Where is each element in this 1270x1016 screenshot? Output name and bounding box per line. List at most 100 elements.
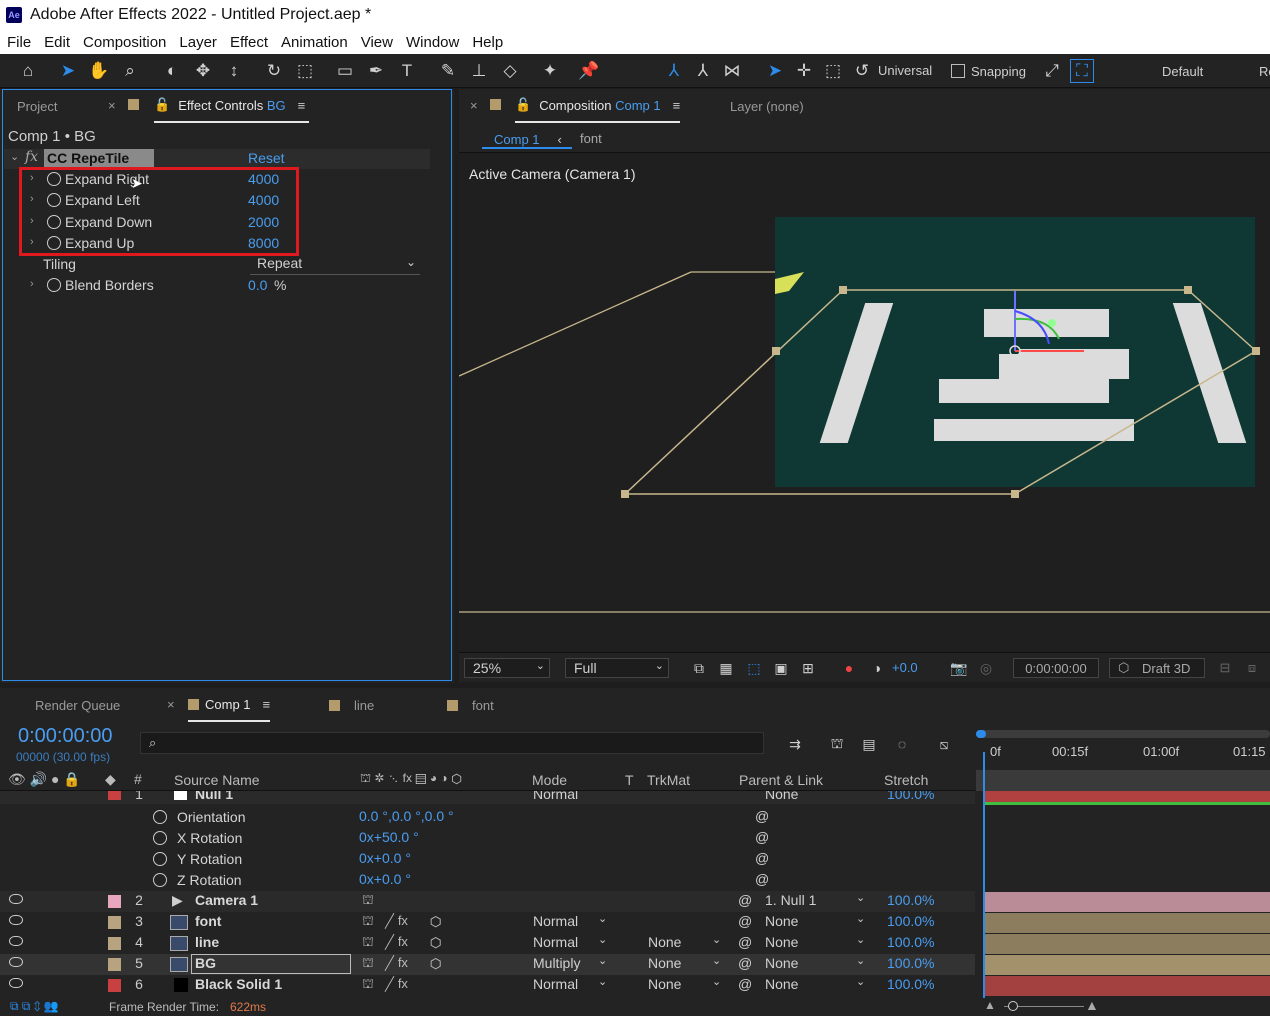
close-icon[interactable]: × (108, 98, 116, 113)
hand-tool-icon[interactable]: ✋ (87, 59, 111, 83)
tab-font[interactable]: font (447, 688, 494, 722)
comp-mini-flowchart-icon[interactable]: ⇉ (783, 732, 807, 756)
snapshot-camera-icon[interactable]: 📷 (947, 656, 971, 680)
menu-help[interactable]: Help (465, 34, 509, 51)
layer-row-black-solid[interactable]: 6 Black Solid 1 ⛫ ╱ fx Normal ⌄ None ⌄ Non… (0, 975, 975, 996)
exposure-value[interactable]: +0.0 (892, 660, 918, 675)
local-axis-icon[interactable]: ⅄ (662, 59, 686, 83)
menu-animation[interactable]: Animation (274, 34, 354, 51)
time-ruler[interactable]: 0f 00:15f 01:00f 01:15 (976, 722, 1270, 770)
tab-layer[interactable]: Layer (none) (730, 89, 804, 123)
3d-view-icon[interactable]: ⧈ (1240, 656, 1264, 680)
exposure-reset-icon[interactable]: ◑ (865, 656, 889, 680)
chevron-down-icon: ⌄ (598, 934, 608, 946)
menu-composition[interactable]: Composition (76, 34, 172, 51)
tab-effect-controls[interactable]: 🔓 Effect Controls BG ≡ (154, 89, 310, 123)
menu-window[interactable]: Window (399, 34, 465, 51)
pan-behind-icon[interactable]: ⬚ (293, 59, 317, 83)
layer-row-font[interactable]: 3 font ⛫ ╱ fx ⬡ Normal ⌄ None ⌄ @ 100.0% (0, 912, 975, 933)
prop-x-rotation[interactable]: X Rotation 0x+50.0 ° @ (0, 828, 975, 849)
world-axis-icon[interactable]: ⅄ (691, 59, 715, 83)
dolly-camera-icon[interactable]: ↕ (222, 59, 246, 83)
puppet-tool-icon[interactable]: 📌 (577, 59, 601, 83)
layer-row-null[interactable]: 1 Null 1 Normal None 100.0% (0, 791, 975, 804)
type-tool-icon[interactable]: T (395, 59, 419, 83)
layer-bar-bg[interactable] (985, 955, 1270, 975)
search-input[interactable]: ⌕ (140, 732, 764, 754)
layer-row-bg[interactable]: 5 BG ⛫ ╱ fx ⬡ Multiply ⌄ None ⌄ None ⌄ @ 10… (0, 954, 975, 975)
menu-layer[interactable]: Layer (172, 34, 223, 51)
comp-viewport[interactable] (459, 199, 1270, 629)
zoom-tool-icon[interactable]: ⌕ (118, 59, 142, 83)
tab-sub-font[interactable]: font (580, 131, 602, 146)
mask-path-icon[interactable]: ⬚ (742, 656, 766, 680)
motion-blur-icon[interactable]: ◌ (890, 732, 914, 756)
pan-camera-icon[interactable]: ✥ (191, 59, 215, 83)
show-snapshot-icon[interactable]: ◎ (974, 656, 998, 680)
tab-line[interactable]: line (329, 688, 374, 722)
param-blend-borders[interactable]: › Blend Borders 0.0% (4, 276, 430, 297)
menu-edit[interactable]: Edit (37, 34, 76, 51)
rotate-3d-icon[interactable]: ↺ (850, 59, 874, 83)
move-3d-icon[interactable]: ✛ (792, 59, 816, 83)
view-axis-icon[interactable]: ⋈ (720, 59, 744, 83)
snap-target-icon[interactable]: ⛶ (1070, 59, 1094, 83)
menu-effect[interactable]: Effect (223, 34, 274, 51)
renderer-button[interactable]: ⬡ Draft 3D (1109, 658, 1205, 678)
snapping-checkbox[interactable] (951, 64, 965, 78)
orbit-camera-icon[interactable]: ◐ (160, 59, 184, 83)
camera-layer-icon: ▶ (172, 892, 183, 908)
tab-sub-comp[interactable]: Comp 1 ‹ (482, 127, 572, 149)
guides-icon[interactable]: ⊞ (796, 656, 820, 680)
timeline-panel: Render Queue × Comp 1 ≡ line font 0:00:00… (0, 688, 1270, 1016)
tab-composition[interactable]: 🔓 Composition Comp 1 ≡ (515, 89, 681, 123)
channel-icon[interactable]: ● (837, 656, 861, 680)
workspace-next[interactable]: Re (1259, 64, 1270, 79)
roto-brush-icon[interactable]: ✦ (538, 59, 562, 83)
tab-project[interactable]: Project (17, 89, 57, 123)
resolution-dropdown[interactable]: Full ⌄ (565, 658, 669, 678)
clone-stamp-icon[interactable]: ⊥ (467, 59, 491, 83)
frame-blending-icon[interactable]: ▤ (857, 732, 881, 756)
close-icon[interactable]: × (470, 98, 478, 113)
transparency-grid-icon[interactable]: ▦ (714, 656, 738, 680)
reset-link[interactable]: Reset (248, 150, 285, 166)
tiling-dropdown[interactable]: Repeat ⌄ (250, 255, 420, 275)
tab-render-queue[interactable]: Render Queue (35, 688, 120, 722)
zoom-dropdown[interactable]: 25% ⌄ (464, 658, 550, 678)
menu-file[interactable]: File (0, 34, 37, 51)
label-swatch (108, 916, 121, 929)
layer-bar-line[interactable] (985, 934, 1270, 954)
zoom-slider-knob[interactable] (1008, 1001, 1018, 1011)
layout-icon[interactable]: ⊟ (1213, 656, 1237, 680)
scale-3d-icon[interactable]: ⬚ (821, 59, 845, 83)
current-time-field[interactable]: 0:00:00:00 (1013, 658, 1099, 678)
layer-row-line[interactable]: 4 line ⛫ ╱ fx ⬡ Normal ⌄ None ⌄ None ⌄ @ 10… (0, 933, 975, 954)
eraser-tool-icon[interactable]: ◇ (498, 59, 522, 83)
close-icon[interactable]: × (167, 697, 175, 712)
brush-tool-icon[interactable]: ✎ (436, 59, 460, 83)
layer-row-camera[interactable]: 2 ▶ Camera 1 ⛫ 1. Null 1 ⌄ @ 100.0% (0, 891, 975, 912)
rotate-tool-icon[interactable]: ↻ (262, 59, 286, 83)
layer-bar-camera[interactable] (985, 892, 1270, 912)
prop-y-rotation[interactable]: Y Rotation 0x+0.0 ° @ (0, 849, 975, 870)
fast-preview-icon[interactable]: ⧉ (687, 656, 711, 680)
home-icon[interactable]: ⌂ (16, 59, 40, 83)
layer-bar-black-solid[interactable] (985, 976, 1270, 996)
effect-header[interactable]: ⌄ fx CC RepeTile Reset (4, 149, 430, 169)
select-3d-icon[interactable]: ➤ (763, 59, 787, 83)
rectangle-tool-icon[interactable]: ▭ (333, 59, 357, 83)
prop-orientation[interactable]: Orientation 0.0 °,0.0 °,0.0 ° @ (0, 807, 975, 828)
layer-bar-font[interactable] (985, 913, 1270, 933)
current-timecode[interactable]: 0:00:00:00 (18, 725, 113, 748)
pen-tool-icon[interactable]: ✒ (364, 59, 388, 83)
selection-tool-icon[interactable]: ➤ (56, 59, 80, 83)
region-of-interest-icon[interactable]: ▣ (769, 656, 793, 680)
graph-editor-icon[interactable]: ⧅ (932, 732, 956, 756)
prop-z-rotation[interactable]: Z Rotation 0x+0.0 ° @ (0, 870, 975, 891)
tab-comp1[interactable]: Comp 1 ≡ (188, 688, 271, 722)
snap-line-icon[interactable]: ⤢ (1040, 59, 1064, 83)
shy-icon[interactable]: ⛫ (825, 732, 849, 756)
workspace-default[interactable]: Default (1162, 64, 1203, 79)
menu-view[interactable]: View (354, 34, 399, 51)
